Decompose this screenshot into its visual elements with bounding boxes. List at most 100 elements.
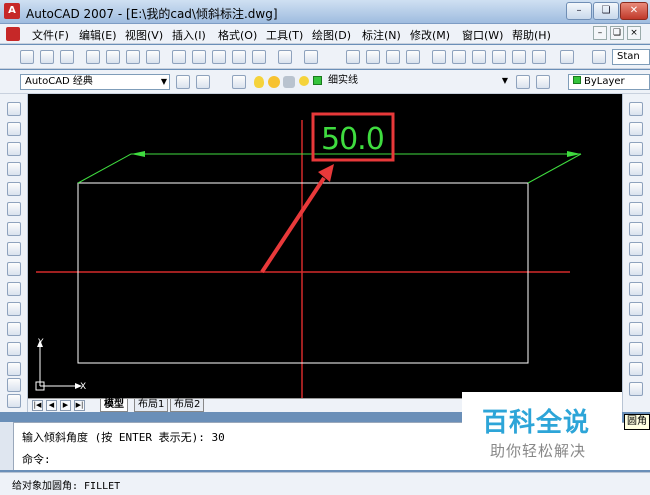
menu-draw[interactable]: 绘图(D) bbox=[312, 27, 351, 43]
point-icon[interactable] bbox=[7, 362, 21, 376]
menu-format[interactable]: 格式(O) bbox=[218, 27, 257, 43]
polyline-icon[interactable] bbox=[7, 142, 21, 156]
tab-layout2[interactable]: 布局2 bbox=[170, 399, 205, 412]
make-object-layer-current-icon[interactable] bbox=[516, 75, 530, 89]
layer-lock-icon[interactable] bbox=[283, 76, 295, 88]
layer-on-icon[interactable] bbox=[254, 76, 264, 88]
design-center-icon[interactable] bbox=[452, 50, 466, 64]
copy-icon[interactable] bbox=[192, 50, 206, 64]
scale-icon[interactable] bbox=[629, 242, 643, 256]
revision-cloud-icon[interactable] bbox=[7, 242, 21, 256]
construction-line-icon[interactable] bbox=[7, 122, 21, 136]
sheet-set-icon[interactable] bbox=[492, 50, 506, 64]
mirror-icon[interactable] bbox=[629, 142, 643, 156]
document-icon[interactable] bbox=[6, 27, 20, 41]
polygon-icon[interactable] bbox=[7, 162, 21, 176]
ellipse-arc-icon[interactable] bbox=[7, 302, 21, 316]
layer-previous-icon[interactable] bbox=[536, 75, 550, 89]
workspace-settings-icon[interactable] bbox=[176, 75, 190, 89]
help-icon[interactable] bbox=[560, 50, 574, 64]
redo-icon[interactable] bbox=[304, 50, 318, 64]
last-tab-icon[interactable]: ▶| bbox=[74, 400, 85, 411]
doc-restore-button[interactable]: ❏ bbox=[610, 26, 624, 40]
ellipse-icon[interactable] bbox=[7, 282, 21, 296]
erase-icon[interactable] bbox=[629, 102, 643, 116]
menu-dimension[interactable]: 标注(N) bbox=[362, 27, 401, 43]
next-tab-icon[interactable]: ▶ bbox=[60, 400, 71, 411]
zoom-window-icon[interactable] bbox=[386, 50, 400, 64]
tab-model[interactable]: 模型 bbox=[100, 399, 128, 412]
join-icon[interactable] bbox=[629, 342, 643, 356]
quickcalc-icon[interactable] bbox=[532, 50, 546, 64]
zoom-previous-icon[interactable] bbox=[406, 50, 420, 64]
publish-icon[interactable] bbox=[126, 50, 140, 64]
undo-icon[interactable] bbox=[278, 50, 292, 64]
workspace-combo[interactable]: AutoCAD 经典 ▼ bbox=[20, 74, 170, 90]
close-button[interactable]: ✕ bbox=[620, 2, 648, 20]
chamfer-icon[interactable] bbox=[629, 362, 643, 376]
layer-manager-icon[interactable] bbox=[232, 75, 246, 89]
move-icon[interactable] bbox=[629, 202, 643, 216]
save-workspace-icon[interactable] bbox=[196, 75, 210, 89]
block-editor-icon[interactable] bbox=[252, 50, 266, 64]
markup-icon[interactable] bbox=[512, 50, 526, 64]
layer-plot-icon[interactable] bbox=[299, 76, 309, 86]
paste-icon[interactable] bbox=[212, 50, 226, 64]
copy-object-icon[interactable] bbox=[629, 122, 643, 136]
arc-icon[interactable] bbox=[7, 202, 21, 216]
open-icon[interactable] bbox=[40, 50, 54, 64]
tab-layout1[interactable]: 布局1 bbox=[134, 399, 169, 412]
menu-help[interactable]: 帮助(H) bbox=[512, 27, 551, 43]
text-style-icon[interactable] bbox=[592, 50, 606, 64]
zoom-realtime-icon[interactable] bbox=[366, 50, 380, 64]
stretch-icon[interactable] bbox=[629, 262, 643, 276]
menu-tools[interactable]: 工具(T) bbox=[266, 27, 303, 43]
line-icon[interactable] bbox=[7, 102, 21, 116]
print-icon[interactable] bbox=[86, 50, 100, 64]
rotate-icon[interactable] bbox=[629, 222, 643, 236]
make-block-icon[interactable] bbox=[7, 342, 21, 356]
first-tab-icon[interactable]: |◀ bbox=[32, 400, 43, 411]
menu-window[interactable]: 窗口(W) bbox=[462, 27, 503, 43]
autocad-app-icon[interactable]: A bbox=[4, 3, 20, 19]
trim-icon[interactable] bbox=[629, 282, 643, 296]
array-icon[interactable] bbox=[629, 182, 643, 196]
publish-web-icon[interactable] bbox=[146, 50, 160, 64]
properties-icon[interactable] bbox=[432, 50, 446, 64]
offset-icon[interactable] bbox=[629, 162, 643, 176]
maximize-button[interactable]: ❏ bbox=[593, 2, 619, 20]
command-prompt[interactable]: 命令: bbox=[22, 451, 51, 467]
cut-icon[interactable] bbox=[172, 50, 186, 64]
prev-tab-icon[interactable]: ◀ bbox=[46, 400, 57, 411]
dimension-text[interactable]: 50.0 bbox=[321, 122, 385, 157]
menu-modify[interactable]: 修改(M) bbox=[410, 27, 450, 43]
insert-block-icon[interactable] bbox=[7, 322, 21, 336]
text-style-combo[interactable]: Stan bbox=[612, 49, 650, 65]
tool-palettes-icon[interactable] bbox=[472, 50, 486, 64]
circle-icon[interactable] bbox=[7, 222, 21, 236]
menu-file[interactable]: 文件(F) bbox=[32, 27, 69, 43]
command-window-grip[interactable] bbox=[0, 422, 14, 470]
hatch-icon[interactable] bbox=[7, 378, 21, 392]
save-icon[interactable] bbox=[60, 50, 74, 64]
doc-minimize-button[interactable]: – bbox=[593, 26, 607, 40]
multiline-text-icon[interactable] bbox=[7, 394, 21, 408]
menu-insert[interactable]: 插入(I) bbox=[172, 27, 206, 43]
drawing-canvas[interactable]: 50.0 Y X bbox=[28, 94, 622, 398]
doc-close-button[interactable]: × bbox=[627, 26, 641, 40]
spline-icon[interactable] bbox=[7, 262, 21, 276]
layer-freeze-icon[interactable] bbox=[268, 76, 280, 88]
menu-view[interactable]: 视图(V) bbox=[125, 27, 163, 43]
layer-combo[interactable]: 细实线 ▼ bbox=[320, 74, 510, 90]
print-preview-icon[interactable] bbox=[106, 50, 120, 64]
minimize-button[interactable]: – bbox=[566, 2, 592, 20]
new-icon[interactable] bbox=[20, 50, 34, 64]
rectangle-icon[interactable] bbox=[7, 182, 21, 196]
match-properties-icon[interactable] bbox=[232, 50, 246, 64]
extend-icon[interactable] bbox=[629, 302, 643, 316]
menu-edit[interactable]: 编辑(E) bbox=[79, 27, 117, 43]
pan-icon[interactable] bbox=[346, 50, 360, 64]
color-combo[interactable]: ByLayer bbox=[568, 74, 650, 90]
fillet-icon[interactable] bbox=[629, 382, 643, 396]
break-icon[interactable] bbox=[629, 322, 643, 336]
